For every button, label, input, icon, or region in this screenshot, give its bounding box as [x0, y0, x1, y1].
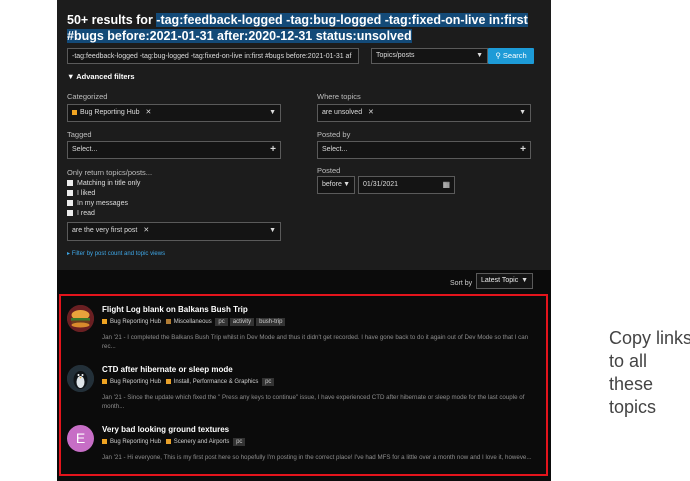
posted-by-label: Posted by	[317, 130, 351, 139]
sort-by-label: Sort by	[450, 280, 473, 287]
advanced-filters-toggle[interactable]: ▼ Advanced filters	[67, 72, 135, 81]
checkbox-label: I liked	[77, 190, 96, 197]
chevron-down-icon: ▼	[521, 277, 528, 284]
checkbox-liked[interactable]: I liked	[67, 190, 95, 197]
search-header-panel: 50+ results for -tag:feedback-logged -ta…	[57, 0, 551, 270]
plus-icon: +	[520, 144, 526, 155]
checkbox-label: Matching in title only	[77, 180, 141, 187]
sort-value: Latest Topic	[481, 277, 519, 284]
calendar-icon[interactable]: ▦	[442, 177, 450, 193]
checkbox-messages[interactable]: In my messages	[67, 200, 128, 207]
caret-down-icon: ▼	[67, 72, 75, 81]
category-value: Bug Reporting Hub	[80, 109, 140, 116]
categorized-label: Categorized	[67, 92, 108, 101]
posted-by-placeholder: Select...	[322, 146, 348, 153]
posted-relation-value: before	[322, 181, 342, 188]
checkbox-title-only[interactable]: Matching in title only	[67, 180, 140, 187]
posted-label: Posted	[317, 166, 341, 175]
filter-by-count-link[interactable]: ▸ Filter by post count and topic views	[67, 250, 165, 257]
search-icon: ⚲	[495, 51, 501, 60]
remove-where-icon[interactable]: ✕	[368, 109, 374, 116]
checkbox-label: I read	[77, 210, 95, 217]
remove-post-type-icon[interactable]: ✕	[143, 227, 149, 234]
post-type-value: are the very first post	[72, 227, 138, 234]
search-scope-select[interactable]: Topics/posts ▼	[371, 48, 488, 64]
advanced-filters-label: Advanced filters	[76, 72, 135, 81]
red-highlight-box	[59, 294, 548, 476]
checkbox-label: In my messages	[77, 200, 128, 207]
posted-date-input[interactable]: 01/31/2021 ▦	[358, 176, 455, 194]
where-topics-label: Where topics	[317, 92, 361, 101]
category-color-swatch	[72, 109, 77, 115]
chevron-down-icon: ▼	[519, 109, 526, 116]
category-select[interactable]: Bug Reporting Hub ✕ ▼	[67, 104, 281, 122]
search-input[interactable]: -tag:feedback-logged -tag:bug-logged -ta…	[67, 48, 359, 64]
post-type-select[interactable]: are the very first post ✕ ▼	[67, 222, 281, 241]
search-button-label: Search	[502, 51, 527, 60]
posted-relation-select[interactable]: before ▼	[317, 176, 355, 194]
search-scope-value: Topics/posts	[376, 52, 415, 59]
posted-date-value: 01/31/2021	[363, 181, 399, 188]
only-return-label: Only return topics/posts...	[67, 168, 153, 177]
chevron-down-icon: ▼	[476, 52, 483, 59]
where-topics-value: are unsolved	[322, 109, 363, 116]
chevron-down-icon: ▼	[343, 181, 350, 188]
filter-by-count-label: Filter by post count and topic views	[71, 251, 166, 257]
annotation-text: Copy links to all these topics	[609, 328, 690, 417]
chevron-down-icon: ▼	[269, 227, 276, 234]
tagged-label: Tagged	[67, 130, 92, 139]
search-button[interactable]: ⚲ Search	[488, 48, 534, 64]
plus-icon: +	[270, 144, 276, 155]
chevron-down-icon: ▼	[269, 109, 276, 116]
tags-select[interactable]: Select... +	[67, 141, 281, 159]
posted-by-select[interactable]: Select... +	[317, 141, 531, 159]
checkbox-icon	[67, 190, 73, 197]
checkbox-read[interactable]: I read	[67, 210, 95, 217]
checkbox-icon	[67, 180, 73, 187]
caret-right-icon: ▸	[67, 251, 71, 257]
checkbox-icon	[67, 200, 73, 207]
where-topics-select[interactable]: are unsolved ✕ ▼	[317, 104, 531, 122]
sort-select[interactable]: Latest Topic ▼	[476, 273, 533, 289]
tags-placeholder: Select...	[72, 146, 98, 153]
results-count: 50+ results for	[67, 13, 157, 27]
results-heading: 50+ results for -tag:feedback-logged -ta…	[67, 12, 547, 44]
checkbox-icon	[67, 210, 73, 217]
remove-category-icon[interactable]: ✕	[146, 109, 152, 116]
